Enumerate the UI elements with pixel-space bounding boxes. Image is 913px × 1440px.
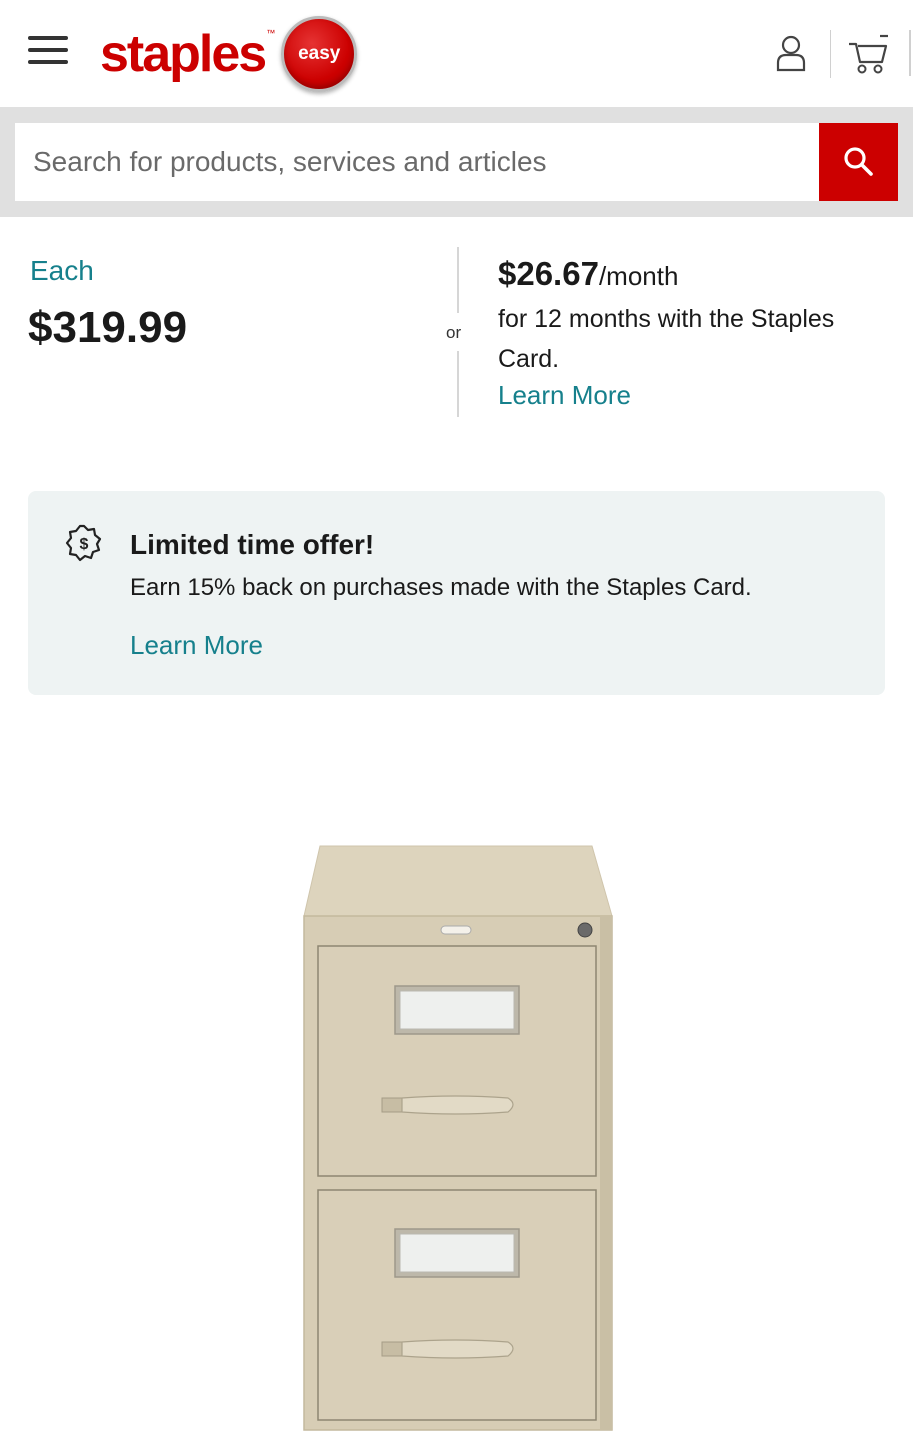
header-edge-divider (909, 30, 911, 76)
limited-offer-banner: $ Limited time offer! Earn 15% back on p… (28, 491, 885, 695)
search-icon (843, 147, 873, 176)
or-divider-bottom (457, 351, 459, 417)
easy-badge-label: easy (298, 43, 341, 64)
search-input[interactable] (15, 123, 819, 201)
dollar-badge-icon: $ (64, 523, 104, 563)
logo-trademark: ™ (266, 28, 276, 38)
svg-text:$: $ (80, 536, 89, 553)
offer-title: Limited time offer! (130, 529, 375, 560)
financing-learn-more-link[interactable]: Learn More (498, 380, 631, 411)
or-divider-top (457, 247, 459, 313)
monthly-price: $26.67/month (498, 255, 678, 293)
easy-button-badge: easy (281, 16, 358, 92)
product-price: $319.99 (28, 303, 188, 352)
logo-text: staples (100, 25, 267, 83)
user-icon[interactable] (770, 32, 814, 76)
search-bar (0, 107, 913, 217)
file-cabinet-image[interactable] (296, 840, 616, 1440)
staples-logo[interactable]: staples ™ easy (100, 16, 358, 92)
monthly-unit: /month (598, 261, 679, 291)
price-section: Each $319.99 or $26.67/month for 12 mont… (0, 217, 913, 437)
monthly-description: for 12 months with the Staples Card. (498, 305, 835, 373)
monthly-amount: $26.67 (498, 255, 599, 292)
header-divider (830, 30, 831, 78)
header: staples ™ easy (0, 0, 913, 107)
or-label: or (446, 323, 462, 342)
offer-description: Earn 15% back on purchases made with the… (130, 574, 752, 601)
hamburger-menu-icon[interactable] (28, 36, 70, 68)
search-button[interactable] (819, 123, 898, 201)
offer-learn-more-link[interactable]: Learn More (130, 630, 263, 661)
shopping-cart-icon[interactable] (846, 32, 892, 76)
each-label: Each (30, 255, 94, 286)
